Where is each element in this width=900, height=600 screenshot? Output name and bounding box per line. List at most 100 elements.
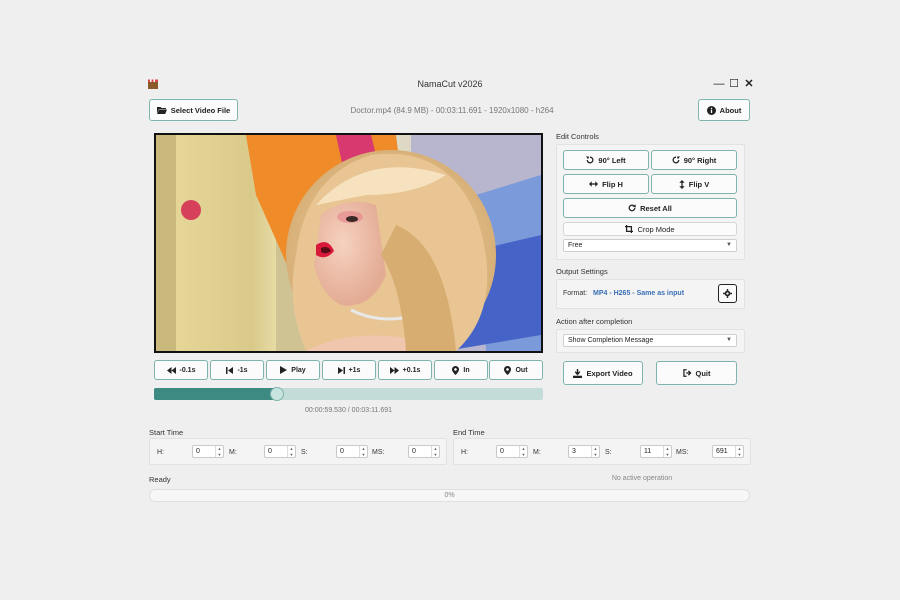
quit-button[interactable]: Quit [656,361,737,385]
spin-arrows-icon[interactable]: ▲ ▼ [431,446,439,457]
download-icon [573,368,583,378]
end-seconds-spinbox[interactable]: 11 ▲ ▼ [640,445,672,458]
start-minutes-value: 0 [268,448,272,455]
rotate-right-icon [672,156,680,164]
select-video-file-button[interactable]: Select Video File [149,99,238,121]
end-hours-spinbox[interactable]: 0 ▲ ▼ [496,445,528,458]
end-hours-value: 0 [500,448,504,455]
play-button[interactable]: Play [266,360,320,380]
export-video-label: Export Video [586,368,633,378]
crop-mode-button[interactable]: Crop Mode [563,222,737,236]
start-time-label: Start Time [149,428,184,437]
start-hours-spinbox[interactable]: 0 ▲ ▼ [192,445,224,458]
end-hours-label: H: [461,449,468,456]
spin-arrows-icon[interactable]: ▲ ▼ [591,446,599,457]
flip-vertical-button[interactable]: Flip V [651,174,737,194]
export-video-button[interactable]: Export Video [563,361,643,385]
maximize-button[interactable]: ☐ [726,76,742,92]
reset-all-button[interactable]: Reset All [563,198,737,218]
crop-ratio-value: Free [568,242,583,249]
flip-vertical-label: Flip V [688,179,710,189]
info-icon [706,105,716,115]
about-button[interactable]: About [698,99,750,121]
set-in-button[interactable]: In [434,360,488,380]
start-time-panel: H: 0 ▲ ▼ M: 0 ▲ ▼ S: 0 ▲ ▼ MS: 0 ▲ ▼ [149,438,447,465]
minimize-button[interactable]: — [711,76,727,92]
refresh-icon [628,204,636,212]
seek-slider[interactable] [154,387,543,401]
spin-arrows-icon[interactable]: ▲ ▼ [735,446,743,457]
end-time-label: End Time [453,428,485,437]
title-bar: NamaCut v2026 — ☐ ✕ [142,72,758,96]
play-label: Play [291,366,306,374]
about-label: About [719,105,742,115]
sign-out-icon [682,369,691,377]
start-hours-value: 0 [196,448,200,455]
back-1s-label: -1s [237,366,248,374]
skip-back-icon [226,366,234,374]
play-icon [280,366,288,374]
start-seconds-spinbox[interactable]: 0 ▲ ▼ [336,445,368,458]
spin-arrows-icon[interactable]: ▲ ▼ [215,446,223,457]
progress-percent: 0% [444,492,455,499]
select-video-file-label: Select Video File [170,105,231,115]
forward-1s-label: +1s [348,366,361,374]
end-minutes-spinbox[interactable]: 3 ▲ ▼ [568,445,600,458]
end-ms-spinbox[interactable]: 691 ▲ ▼ [712,445,744,458]
completion-action-label: Action after completion [556,317,633,326]
back-0.1s-button[interactable]: -0.1s [154,360,208,380]
spin-arrows-icon[interactable]: ▲ ▼ [663,446,671,457]
format-value[interactable]: MP4 - H265 - Same as input [593,290,684,297]
rotate-left-button[interactable]: 90° Left [563,150,649,170]
operation-status: No active operation [611,475,673,482]
start-minutes-label: M: [229,449,237,456]
start-ms-value: 0 [412,448,416,455]
quit-label: Quit [695,368,711,378]
format-label: Format: [563,290,588,297]
completion-action-select[interactable]: Show Completion Message ▼ [563,334,737,347]
end-ms-value: 691 [716,448,728,455]
spin-arrows-icon[interactable]: ▲ ▼ [359,446,367,457]
output-settings-button[interactable] [718,284,737,303]
end-seconds-value: 11 [644,448,652,455]
start-minutes-spinbox[interactable]: 0 ▲ ▼ [264,445,296,458]
end-minutes-value: 3 [572,448,576,455]
rewind-icon [166,366,176,374]
back-0.1s-label: -0.1s [179,366,196,374]
map-pin-icon [452,365,460,375]
rotate-left-label: 90° Left [598,155,626,165]
start-ms-spinbox[interactable]: 0 ▲ ▼ [408,445,440,458]
chevron-down-icon: ▼ [726,242,732,248]
set-out-button[interactable]: Out [489,360,543,380]
back-1s-button[interactable]: -1s [210,360,264,380]
end-minutes-label: M: [533,449,541,456]
gear-icon [723,289,732,298]
skip-forward-icon [337,366,345,374]
spin-arrows-icon[interactable]: ▲ ▼ [287,446,295,457]
status-text: Ready [149,475,171,484]
start-ms-label: MS: [372,449,385,456]
flip-horizontal-button[interactable]: Flip H [563,174,649,194]
arrows-horizontal-icon [589,181,599,187]
fast-forward-icon [389,366,399,374]
video-frame-image [156,135,541,351]
file-info: Doctor.mp4 (84.9 MB) - 00:03:11.691 - 19… [350,106,554,115]
forward-1s-button[interactable]: +1s [322,360,376,380]
seek-slider-handle[interactable] [270,387,285,401]
set-in-label: In [463,366,470,374]
spin-arrows-icon[interactable]: ▲ ▼ [519,446,527,457]
arrows-vertical-icon [679,179,685,189]
close-button[interactable]: ✕ [741,76,757,92]
crop-ratio-select[interactable]: Free ▼ [563,239,737,252]
rotate-right-button[interactable]: 90° Right [651,150,737,170]
folder-open-icon [156,107,167,114]
end-ms-label: MS: [676,449,689,456]
forward-0.1s-button[interactable]: +0.1s [378,360,432,380]
timecode-readout: 00:00:59.530 / 00:03:11.691 [304,407,393,414]
crop-mode-label: Crop Mode [637,224,675,234]
start-seconds-value: 0 [340,448,344,455]
rotate-left-icon [586,156,594,164]
crop-icon [625,225,634,233]
video-preview[interactable] [154,133,543,353]
start-seconds-label: S: [301,449,308,456]
